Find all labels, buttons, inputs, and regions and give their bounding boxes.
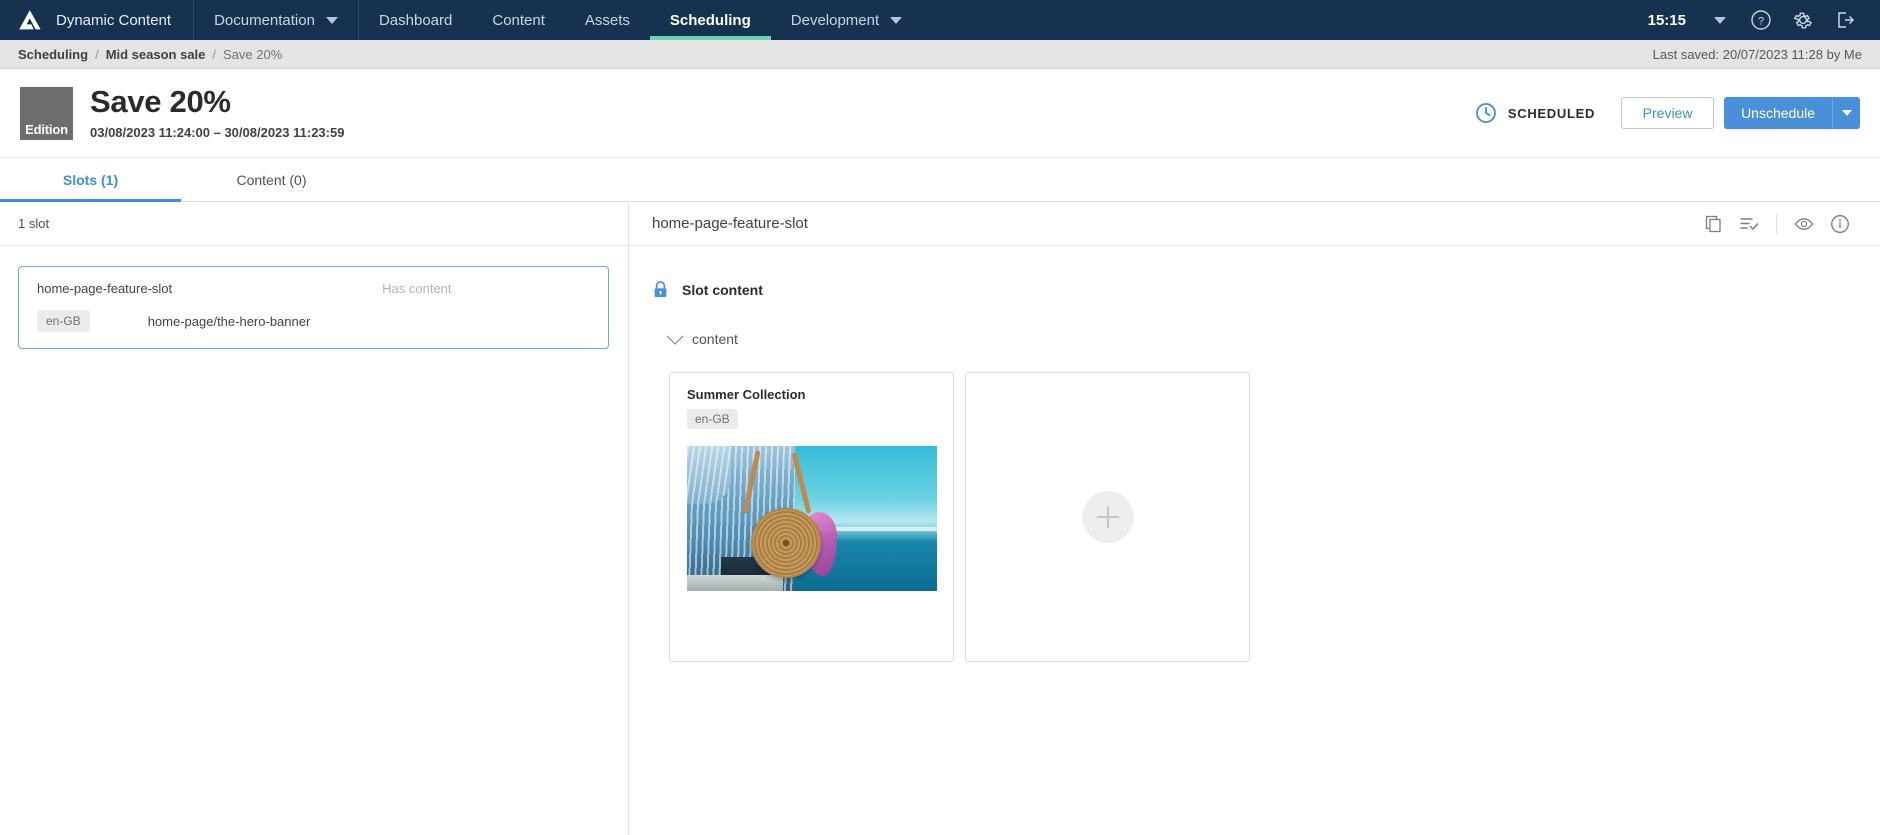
- breadcrumb-item-edition-parent[interactable]: Mid season sale: [106, 47, 206, 62]
- status-label: SCHEDULED: [1507, 105, 1596, 121]
- breadcrumb-separator: /: [212, 46, 217, 62]
- nav-item-label: Scheduling: [669, 11, 751, 29]
- svg-text:?: ?: [1758, 16, 1764, 28]
- nav-item-documentation[interactable]: Documentation: [194, 0, 359, 40]
- slot-detail-pane: home-page-feature-slot Slot content cont…: [629, 202, 1880, 835]
- slot-detail-header: home-page-feature-slot: [629, 202, 1880, 246]
- eye-icon[interactable]: [1786, 206, 1822, 242]
- slot-detail-title: home-page-feature-slot: [652, 215, 808, 232]
- main-body: 1 slot home-page-feature-slot Has conten…: [0, 202, 1880, 835]
- content-card-thumbnail: [687, 446, 937, 591]
- slot-detail-body: Slot content content Summer Collection e…: [629, 246, 1880, 662]
- breadcrumb-item-scheduling[interactable]: Scheduling: [18, 47, 88, 62]
- chevron-down-icon: [666, 327, 684, 345]
- status-badge: SCHEDULED: [1475, 102, 1595, 124]
- duplicate-icon[interactable]: [1695, 206, 1731, 242]
- breadcrumb-item-current: Save 20%: [223, 46, 283, 62]
- slot-card-home-page-feature-slot[interactable]: home-page-feature-slot Has content en-GB…: [18, 266, 609, 349]
- bag-center: [783, 540, 789, 546]
- tab-content[interactable]: Content (0): [181, 158, 362, 201]
- help-icon[interactable]: ?: [1740, 0, 1782, 40]
- slot-list: home-page-feature-slot Has content en-GB…: [0, 246, 628, 349]
- nav-item-label: Content: [492, 11, 545, 29]
- content-card-summer-collection[interactable]: Summer Collection en-GB: [669, 372, 954, 662]
- tab-label: Content (0): [236, 171, 307, 188]
- nav-item-label: Development: [790, 11, 880, 29]
- nav-item-dashboard[interactable]: Dashboard: [359, 0, 472, 40]
- chevron-down-icon: [890, 16, 903, 24]
- slot-content-section-title: Slot content: [682, 281, 763, 298]
- edition-date-range: 03/08/2023 11:24:00 – 30/08/2023 11:23:5…: [90, 125, 345, 141]
- nav-item-label: Dashboard: [378, 11, 453, 29]
- nav-item-development[interactable]: Development: [771, 0, 922, 40]
- edition-badge: Edition: [20, 86, 73, 140]
- slot-path-label: home-page/the-hero-banner: [147, 313, 311, 329]
- nav-item-assets[interactable]: Assets: [565, 0, 650, 40]
- brand-label: Dynamic Content: [56, 11, 172, 29]
- lock-icon: [654, 281, 667, 298]
- slot-detail-actions: [1695, 206, 1858, 242]
- locale-chip: en-GB: [37, 310, 90, 332]
- nav-item-scheduling[interactable]: Scheduling: [649, 0, 771, 40]
- account-menu-chevron-icon[interactable]: [1700, 0, 1740, 40]
- slot-status-label: Has content: [382, 281, 452, 296]
- slot-card-header: home-page-feature-slot Has content: [37, 281, 590, 296]
- brand-home-link[interactable]: Dynamic Content: [0, 0, 195, 40]
- nav-item-content[interactable]: Content: [472, 0, 565, 40]
- content-card-title: Summer Collection: [687, 387, 806, 402]
- breadcrumb-bar: Scheduling / Mid season sale / Save 20% …: [0, 40, 1880, 69]
- clock-time-label: 15:15: [1647, 11, 1686, 29]
- slot-content-section-header: Slot content: [629, 280, 1880, 299]
- page-title: Save 20%: [90, 83, 231, 119]
- content-group-toggle[interactable]: content: [629, 327, 1880, 347]
- ground-ledge: [687, 575, 783, 591]
- logout-icon[interactable]: [1824, 0, 1866, 40]
- slot-card-meta: en-GB home-page/the-hero-banner: [37, 310, 590, 332]
- unschedule-button[interactable]: Unschedule: [1724, 97, 1832, 129]
- slots-pane: 1 slot home-page-feature-slot Has conten…: [0, 202, 629, 835]
- breadcrumb-separator: /: [95, 46, 99, 62]
- chevron-down-icon: [325, 16, 338, 24]
- rattan-bag: [751, 508, 821, 578]
- tab-slots[interactable]: Slots (1): [0, 158, 181, 202]
- amplience-logo-icon: [19, 10, 41, 30]
- content-cards-row: Summer Collection en-GB: [629, 372, 1880, 662]
- slot-name-label: home-page-feature-slot: [37, 281, 173, 296]
- tab-bar: Slots (1) Content (0): [0, 158, 1880, 202]
- page-header: Edition Save 20% 03/08/2023 11:24:00 – 3…: [0, 69, 1880, 158]
- page-header-actions: SCHEDULED Preview Unschedule: [1475, 97, 1860, 129]
- preview-button[interactable]: Preview: [1621, 97, 1715, 129]
- person-arm: [687, 446, 731, 504]
- slot-count-label: 1 slot: [0, 202, 628, 246]
- unschedule-dropdown-toggle[interactable]: [1832, 97, 1860, 129]
- tab-label: Slots (1): [62, 171, 119, 188]
- plus-icon: [1081, 491, 1134, 543]
- chevron-down-icon: [1841, 110, 1852, 116]
- clock-icon: [1475, 103, 1496, 123]
- info-icon[interactable]: [1822, 206, 1858, 242]
- page-header-titles: Save 20% 03/08/2023 11:24:00 – 30/08/202…: [90, 83, 345, 141]
- last-saved-label: Last saved: 20/07/2023 11:28 by Me: [1652, 46, 1862, 62]
- nav-right-group: 15:15 ?: [1640, 0, 1880, 40]
- list-check-icon[interactable]: [1731, 206, 1767, 242]
- toolbar-divider: [1776, 213, 1777, 234]
- unschedule-split-button: Unschedule: [1724, 97, 1860, 129]
- nav-item-label: Documentation: [214, 11, 315, 29]
- nav-item-label: Assets: [584, 11, 630, 29]
- top-navigation-bar: Dynamic Content Documentation Dashboard …: [0, 0, 1880, 40]
- locale-chip: en-GB: [687, 409, 738, 429]
- gear-icon[interactable]: [1782, 0, 1824, 40]
- content-group-label: content: [692, 331, 738, 347]
- add-content-placeholder-card[interactable]: [965, 372, 1250, 662]
